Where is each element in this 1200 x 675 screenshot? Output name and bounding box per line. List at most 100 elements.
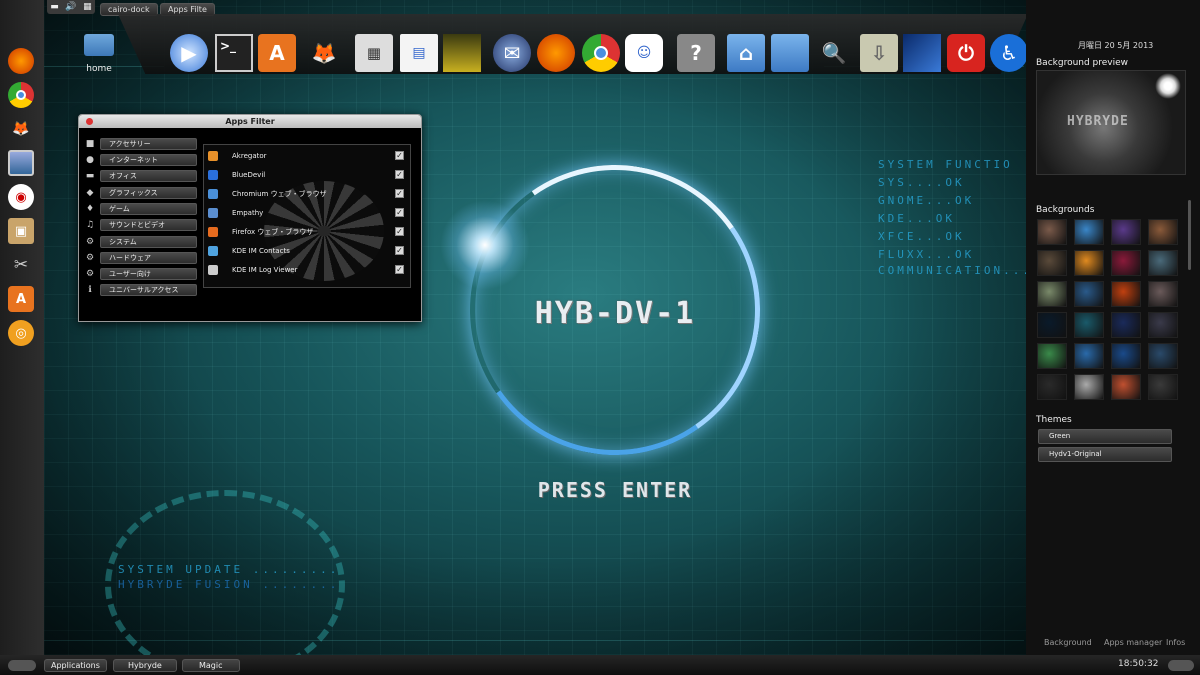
category-button[interactable]: オフィス	[100, 169, 197, 182]
background-thumbnail[interactable]	[1074, 250, 1104, 276]
background-thumbnail[interactable]	[1111, 281, 1141, 307]
app-row[interactable]: BlueDevil ✓	[204, 165, 404, 184]
background-thumbnail[interactable]	[1111, 312, 1141, 338]
app-row[interactable]: Chromium ウェブ・ブラウザ ✓	[204, 184, 404, 203]
hybryde-button[interactable]: Hybryde	[113, 659, 177, 672]
power-icon[interactable]: ⏻	[947, 34, 985, 72]
category-button[interactable]: ユニバーサルアクセス	[100, 283, 197, 296]
background-thumbnail[interactable]	[1074, 343, 1104, 369]
chat-icon[interactable]: ☺	[625, 34, 663, 72]
press-enter-prompt[interactable]: PRESS ENTER	[460, 478, 770, 502]
category-item[interactable]: ■ アクセサリー	[85, 137, 197, 150]
background-thumbnail[interactable]	[1148, 250, 1178, 276]
category-button[interactable]: グラフィックス	[100, 186, 197, 199]
background-thumbnail[interactable]	[1111, 219, 1141, 245]
background-thumbnail[interactable]	[1074, 219, 1104, 245]
background-thumbnail[interactable]	[1111, 343, 1141, 369]
background-thumbnail[interactable]	[1037, 343, 1067, 369]
background-thumbnail[interactable]	[1148, 312, 1178, 338]
magic-button[interactable]: Magic	[182, 659, 240, 672]
category-item[interactable]: ♫ サウンドとビデオ	[85, 218, 197, 231]
app-row[interactable]: Firefox ウェブ・ブラウザ ✓	[204, 222, 404, 241]
theme-button-green[interactable]: Green	[1038, 429, 1172, 444]
downloads-icon[interactable]: ⇩	[860, 34, 898, 72]
category-item[interactable]: ⚙ ユーザー向け	[85, 267, 197, 280]
tools-icon[interactable]: ✂	[8, 252, 34, 278]
category-item[interactable]: ◆ グラフィックス	[85, 186, 197, 199]
category-button[interactable]: ハードウェア	[100, 251, 197, 264]
app-checkbox[interactable]: ✓	[395, 265, 404, 274]
background-thumbnail[interactable]	[1037, 312, 1067, 338]
display-icon[interactable]	[903, 34, 941, 72]
panel-toggle[interactable]	[8, 660, 36, 671]
apps-manager-link[interactable]: Apps manager	[1104, 638, 1162, 647]
menu-icon[interactable]: ▬	[50, 2, 59, 12]
firefox-icon[interactable]	[537, 34, 575, 72]
folder-icon[interactable]	[771, 34, 809, 72]
category-item[interactable]: ℹ ユニバーサルアクセス	[85, 283, 197, 296]
app-checkbox[interactable]: ✓	[395, 208, 404, 217]
chromium-icon[interactable]	[8, 82, 34, 108]
home-folder-icon[interactable]: ⌂	[727, 34, 765, 72]
theme-button-hydv1-original[interactable]: Hydv1-Original	[1038, 447, 1172, 462]
background-thumbnail[interactable]	[1111, 250, 1141, 276]
background-thumbnail[interactable]	[1074, 312, 1104, 338]
scrollbar[interactable]	[1188, 200, 1191, 270]
firefox-icon[interactable]	[8, 48, 34, 74]
gimp-icon[interactable]: 🦊	[305, 34, 343, 72]
background-thumbnail[interactable]	[1074, 281, 1104, 307]
app-row[interactable]: Akregator ✓	[204, 146, 404, 165]
background-thumbnail[interactable]	[1037, 250, 1067, 276]
background-thumbnail[interactable]	[1074, 374, 1104, 400]
category-button[interactable]: サウンドとビデオ	[100, 218, 197, 231]
app-checkbox[interactable]: ✓	[395, 227, 404, 236]
archive-icon[interactable]: ▣	[8, 218, 34, 244]
app-row[interactable]: KDE IM Contacts ✓	[204, 241, 404, 260]
category-item[interactable]: ● インターネット	[85, 153, 197, 166]
window-titlebar[interactable]: Apps Filter	[79, 115, 421, 128]
category-button[interactable]: アクセサリー	[100, 137, 197, 150]
app-checkbox[interactable]: ✓	[395, 246, 404, 255]
panel-toggle[interactable]	[1168, 660, 1194, 671]
category-button[interactable]: ゲーム	[100, 202, 197, 215]
background-thumbnail[interactable]	[1148, 219, 1178, 245]
background-thumbnail[interactable]	[1111, 374, 1141, 400]
network-icon[interactable]: ▦	[83, 2, 92, 12]
app-row[interactable]: KDE IM Log Viewer ✓	[204, 260, 404, 279]
background-thumbnail[interactable]	[1148, 343, 1178, 369]
disc-icon[interactable]: ◎	[8, 320, 34, 346]
category-item[interactable]: ▬ オフィス	[85, 169, 197, 182]
background-thumbnail[interactable]	[1037, 281, 1067, 307]
app-checkbox[interactable]: ✓	[395, 170, 404, 179]
accessibility-icon[interactable]: ♿	[990, 34, 1028, 72]
help-icon[interactable]: ?	[677, 34, 715, 72]
category-button[interactable]: インターネット	[100, 153, 197, 166]
applications-button[interactable]: Applications	[44, 659, 107, 672]
calculator-icon[interactable]: ▦	[355, 34, 393, 72]
category-item[interactable]: ♦ ゲーム	[85, 202, 197, 215]
software-center-icon[interactable]: A	[258, 34, 296, 72]
display-icon[interactable]	[8, 150, 34, 176]
app-row[interactable]: Empathy ✓	[204, 203, 404, 222]
home-desktop-icon[interactable]: home	[82, 34, 116, 75]
image-viewer-icon[interactable]	[443, 34, 481, 72]
category-button[interactable]: システム	[100, 235, 197, 248]
document-viewer-icon[interactable]: ▤	[400, 34, 438, 72]
background-link[interactable]: Background	[1044, 638, 1092, 647]
background-thumbnail[interactable]	[1148, 374, 1178, 400]
background-thumbnail[interactable]	[1037, 374, 1067, 400]
category-item[interactable]: ⚙ ハードウェア	[85, 251, 197, 264]
volume-icon[interactable]: 🔊	[65, 2, 76, 12]
category-item[interactable]: ⚙ システム	[85, 235, 197, 248]
category-button[interactable]: ユーザー向け	[100, 267, 197, 280]
close-icon[interactable]	[86, 118, 93, 125]
gimp-icon[interactable]: 🦊	[8, 116, 34, 142]
infos-link[interactable]: Infos	[1166, 638, 1185, 647]
app-icon[interactable]: ◉	[8, 184, 34, 210]
background-thumbnail[interactable]	[1037, 219, 1067, 245]
app-checkbox[interactable]: ✓	[395, 189, 404, 198]
video-player-icon[interactable]: ▶	[170, 34, 208, 72]
thunderbird-icon[interactable]: ✉	[493, 34, 531, 72]
app-checkbox[interactable]: ✓	[395, 151, 404, 160]
search-icon[interactable]: 🔍	[815, 34, 853, 72]
